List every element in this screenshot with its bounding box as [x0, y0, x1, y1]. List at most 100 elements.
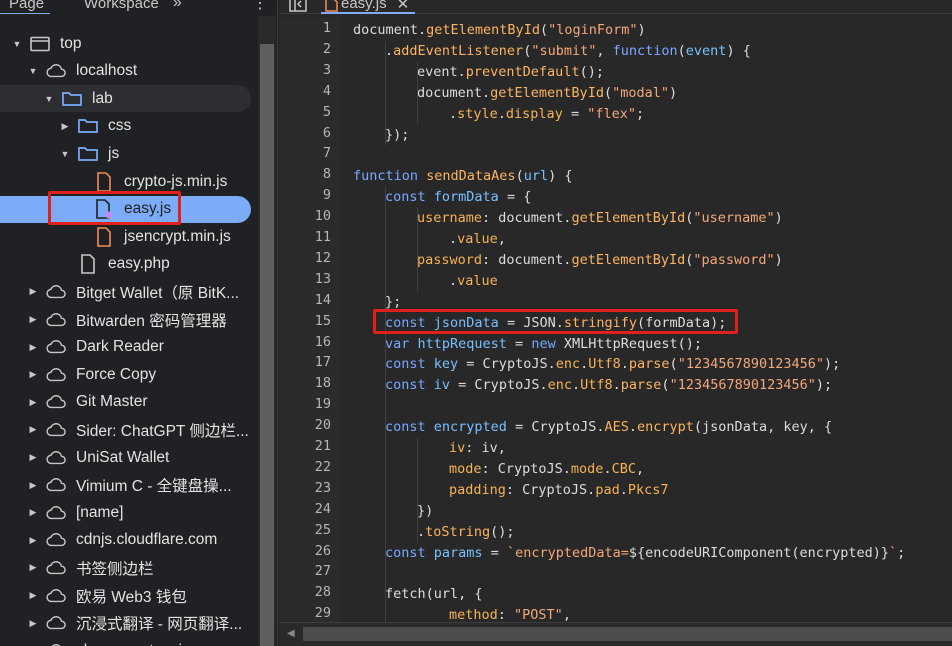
tree-item-label: lab: [92, 89, 113, 107]
code-token: "submit": [531, 42, 597, 59]
expanded-triangle-icon[interactable]: ▼: [60, 149, 70, 159]
expanded-triangle-icon[interactable]: ▼: [28, 66, 38, 76]
code-token: ): [774, 210, 783, 227]
code-token: = CryptoJS.: [458, 356, 556, 373]
collapsed-triangle-icon[interactable]: ▶: [28, 342, 38, 352]
cloud-icon: [46, 282, 66, 302]
code-token: :: [497, 607, 515, 622]
tree-item[interactable]: ▶ Vimium C - 全键盘操...: [0, 472, 258, 499]
code-token: encrypted: [433, 419, 507, 436]
tree-item[interactable]: ▶ 沉浸式翻译 - 网页翻译...: [0, 610, 258, 637]
collapsed-triangle-icon[interactable]: ▶: [28, 286, 38, 297]
collapsed-triangle-icon[interactable]: ▶: [60, 121, 70, 131]
more-tabs-icon[interactable]: »: [173, 0, 182, 12]
collapsed-triangle-icon[interactable]: ▶: [28, 424, 38, 435]
tree-item[interactable]: ▶ Force Copy: [0, 361, 258, 388]
code-token: .: [612, 377, 621, 394]
collapsed-triangle-icon[interactable]: ▶: [28, 562, 38, 573]
toggle-navigator-icon[interactable]: [289, 0, 307, 12]
cloud-icon: [46, 448, 66, 468]
tree-item[interactable]: ▶ 书签侧边栏: [0, 554, 258, 581]
line-number: 4: [322, 82, 331, 99]
tree-item[interactable]: ▶ css: [0, 113, 258, 140]
code-token: iv: [449, 440, 466, 456]
tree-item[interactable]: ▶ UniSat Wallet: [0, 444, 258, 471]
tree-item[interactable]: jsencrypt.min.js: [0, 223, 258, 250]
tab-easy-js[interactable]: easy.js ✕: [321, 0, 416, 14]
collapsed-triangle-icon[interactable]: ▶: [28, 618, 38, 628]
code-token: "modal": [612, 84, 669, 101]
tab-workspace[interactable]: Workspace: [76, 0, 159, 13]
code-token: ) {: [726, 42, 751, 59]
code-token: Utf8: [588, 356, 621, 373]
code-token: "username": [693, 210, 775, 227]
tree-item[interactable]: ▶ Sider: ChatGPT 侧边栏...: [0, 416, 258, 443]
editor-horizontal-scrollbar[interactable]: ◀: [279, 622, 952, 646]
tree-item[interactable]: ▶ Bitget Wallet（原 BitK...: [0, 278, 258, 305]
tree-item[interactable]: ▼ js: [0, 140, 258, 167]
code-token: getElementById: [571, 210, 686, 227]
collapsed-triangle-icon[interactable]: ▶: [28, 480, 38, 490]
tree-item-label: Vimium C - 全键盘操...: [76, 478, 232, 496]
code-line: function sendDataAes(url) {: [353, 166, 572, 187]
code-token: addEventListener: [393, 42, 524, 59]
collapsed-triangle-icon[interactable]: ▶: [28, 535, 38, 545]
code-token: Pkcs7: [627, 481, 669, 498]
code-token: document.: [353, 22, 427, 38]
line-number: 5: [322, 103, 331, 120]
code-token: const: [385, 544, 434, 561]
cloud-icon: [46, 475, 66, 495]
tree-item[interactable]: ▼ localhost: [0, 58, 258, 85]
tree-item-label: Force Copy: [76, 365, 157, 383]
code-token: const: [385, 419, 434, 436]
tab-page[interactable]: Page: [0, 0, 51, 14]
code-token: ${encodeURIComponent(encrypted)}: [628, 544, 889, 561]
tree-item[interactable]: ▶ cdnjs.cloudflare.com: [0, 527, 258, 554]
code-token: : CryptoJS.: [505, 481, 596, 498]
navigator-scrollbar-thumb[interactable]: [260, 44, 274, 646]
code-token: (: [661, 377, 670, 394]
collapsed-triangle-icon[interactable]: ▶: [28, 452, 38, 463]
tree-item[interactable]: ▶chrome-extension: [0, 637, 258, 646]
navigator-scrollbar[interactable]: [258, 16, 276, 646]
tree-item[interactable]: ▶ Git Master: [0, 389, 258, 416]
expanded-triangle-icon[interactable]: ▼: [12, 39, 22, 49]
line-number: 20: [314, 417, 331, 434]
folder-icon: [62, 89, 82, 109]
tree-item-label: chrome-extension: [76, 642, 199, 646]
code-token: ,: [635, 460, 645, 477]
code-token: sendDataAes: [426, 168, 516, 185]
code-line: document.getElementById("loginForm"): [353, 20, 646, 41]
tree-item[interactable]: easy.php: [0, 251, 258, 278]
js-file-icon: [94, 226, 114, 247]
collapsed-triangle-icon[interactable]: ▶: [28, 314, 38, 325]
code-line: username: document.getElementById("usern…: [417, 208, 783, 229]
collapsed-triangle-icon[interactable]: ▶: [28, 397, 38, 407]
kebab-menu-icon[interactable]: ⋮: [252, 0, 268, 13]
tree-item[interactable]: ▶ 欧易 Web3 钱包: [0, 582, 258, 609]
tree-item[interactable]: ▶ [name]: [0, 499, 258, 526]
tree-item[interactable]: ▶ Dark Reader: [0, 334, 258, 361]
navigator-tabs: Page Workspace » ⋮: [0, 0, 278, 14]
code-token: ) {: [548, 168, 573, 185]
collapsed-triangle-icon[interactable]: ▶: [28, 590, 38, 601]
code-token: method: [449, 607, 498, 622]
code-token: =: [562, 105, 588, 122]
tree-item[interactable]: ▶ Bitwarden 密码管理器: [0, 306, 258, 333]
horizontal-scrollbar-thumb[interactable]: [303, 627, 952, 641]
cloud-icon: [46, 420, 66, 440]
tree-item-label: js: [108, 144, 120, 162]
tree-item[interactable]: ▼ top: [0, 30, 258, 57]
folder-icon: [78, 116, 98, 136]
collapsed-triangle-icon[interactable]: ▶: [28, 369, 38, 380]
code-token: function: [612, 42, 678, 59]
code-token: username: [417, 210, 483, 227]
indent-guide: [417, 438, 418, 543]
tree-item-label: css: [108, 117, 132, 135]
close-tab-icon[interactable]: ✕: [397, 0, 410, 13]
expanded-triangle-icon[interactable]: ▼: [44, 94, 54, 104]
code-line: event.preventDefault();: [417, 62, 604, 83]
scroll-left-arrow-icon[interactable]: ◀: [287, 628, 295, 639]
collapsed-triangle-icon[interactable]: ▶: [28, 507, 38, 518]
tree-item[interactable]: ▼ lab: [0, 85, 251, 113]
